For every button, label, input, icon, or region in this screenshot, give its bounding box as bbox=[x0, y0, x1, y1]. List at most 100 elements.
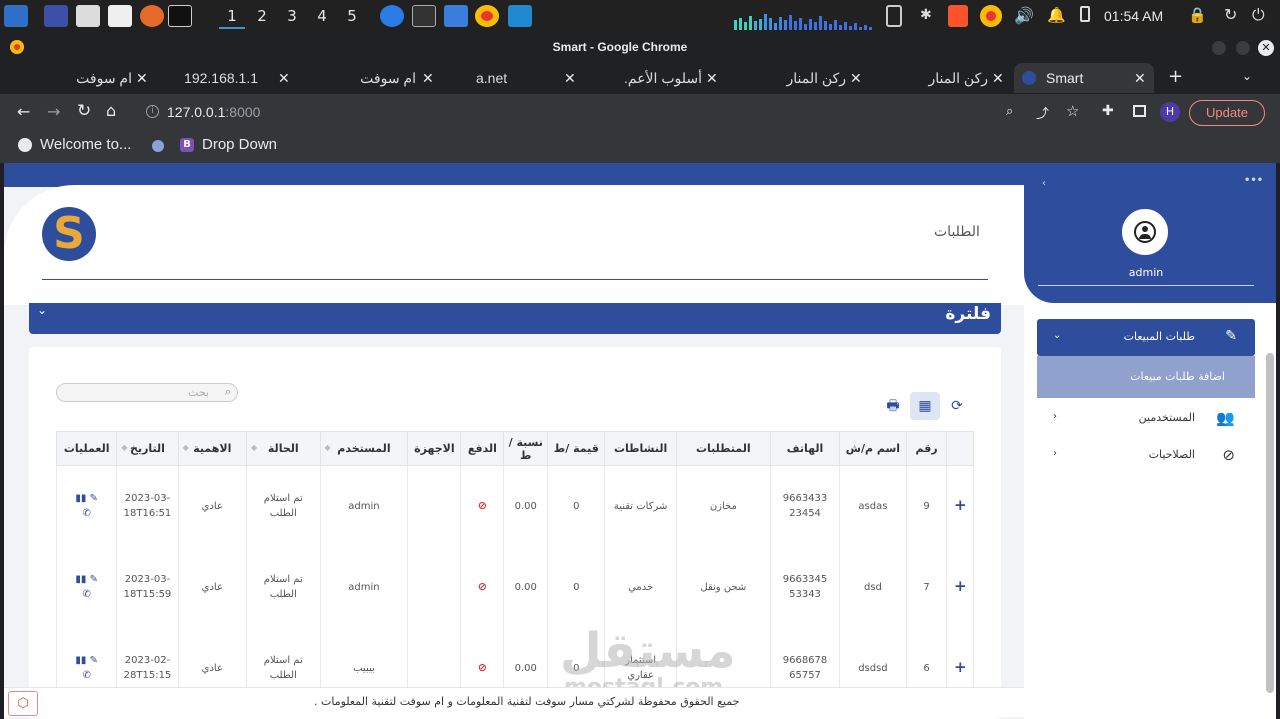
chevron-down-icon[interactable]: ⌄ bbox=[37, 303, 47, 317]
tab-3[interactable]: ام سوفت ✕ bbox=[300, 63, 440, 93]
bookmark-welcome[interactable]: Welcome to... bbox=[40, 136, 131, 153]
lock-icon[interactable]: 🔒 bbox=[1188, 6, 1207, 24]
column-header-sortable[interactable]: التاريخ ◆ bbox=[116, 431, 179, 466]
power-icon[interactable]: ⏻ bbox=[1252, 5, 1265, 25]
whatsapp-icon[interactable]: ✆ bbox=[82, 508, 90, 519]
app-icon[interactable] bbox=[380, 5, 404, 27]
column-header[interactable]: الهاتف bbox=[769, 431, 841, 466]
tab-6[interactable]: ركن المنار ✕ bbox=[736, 63, 870, 93]
zoom-search-icon[interactable]: ⌕ bbox=[1006, 104, 1013, 119]
refresh-icon[interactable]: ↻ bbox=[1224, 5, 1237, 24]
column-header[interactable]: نسبة /ط bbox=[503, 431, 549, 466]
tab-smart-active[interactable]: Smart ✕ bbox=[1014, 63, 1154, 93]
minimize-button[interactable] bbox=[1212, 41, 1226, 55]
sidebar-item-permissions[interactable]: ⊘ الصلاحيات › bbox=[1037, 438, 1255, 472]
close-tab-icon[interactable]: ✕ bbox=[136, 63, 148, 93]
search-input[interactable]: بحث ⌕ bbox=[56, 383, 238, 402]
profile-avatar[interactable]: H bbox=[1160, 102, 1180, 122]
site-info-icon[interactable]: i bbox=[146, 105, 159, 118]
close-tab-icon[interactable]: ✕ bbox=[1134, 63, 1146, 93]
column-header[interactable]: قيمة /ط bbox=[547, 431, 606, 466]
tab-2[interactable]: 192.168.1.1 ✕ bbox=[160, 63, 294, 93]
side-panel-icon[interactable] bbox=[1133, 105, 1146, 117]
close-tab-icon[interactable]: ✕ bbox=[564, 63, 576, 93]
page-scrollbar[interactable] bbox=[1266, 353, 1274, 693]
close-tab-icon[interactable]: ✕ bbox=[706, 63, 718, 93]
desktop-icon[interactable] bbox=[44, 5, 68, 27]
expand-row-icon[interactable]: + bbox=[954, 496, 967, 514]
whatsapp-icon[interactable]: ✆ bbox=[82, 670, 90, 681]
column-header[interactable]: اسم م/ش bbox=[839, 431, 907, 466]
stats-icon[interactable]: ▮▮ bbox=[75, 574, 86, 585]
brave-icon[interactable] bbox=[948, 5, 968, 27]
workspace-2[interactable]: 2 bbox=[249, 3, 275, 29]
column-header-sortable[interactable]: المستخدم ◆ bbox=[319, 431, 409, 466]
screen-icon[interactable] bbox=[886, 5, 902, 27]
column-header[interactable]: الاجهزة bbox=[407, 431, 462, 466]
bookmark-star-icon[interactable]: ☆ bbox=[1066, 102, 1079, 120]
files-icon[interactable] bbox=[76, 5, 100, 27]
new-tab-button[interactable]: + bbox=[1168, 66, 1183, 87]
bookmark-dropdown[interactable]: Drop Down bbox=[202, 136, 277, 153]
update-button[interactable]: Update bbox=[1189, 100, 1265, 126]
vscode-icon[interactable] bbox=[508, 5, 532, 27]
workspace-5[interactable]: 5 bbox=[339, 3, 365, 29]
url-text[interactable]: 127.0.0.1:8000 bbox=[167, 104, 260, 120]
sidebar-item-users[interactable]: 👥 المستخدمين › bbox=[1037, 401, 1255, 435]
tab-7[interactable]: ركن المنار ✕ bbox=[878, 63, 1012, 93]
edit-icon[interactable]: ✎ bbox=[90, 493, 98, 504]
column-header[interactable]: النشاطات bbox=[604, 431, 677, 466]
print-button[interactable]: 🖶 bbox=[878, 392, 908, 420]
workspace-1[interactable]: 1 bbox=[219, 3, 245, 29]
back-button[interactable]: ← bbox=[17, 102, 30, 121]
close-tab-icon[interactable]: ✕ bbox=[422, 63, 434, 93]
close-tab-icon[interactable]: ✕ bbox=[278, 63, 290, 93]
close-window-button[interactable]: ✕ bbox=[1258, 40, 1274, 56]
column-header-sortable[interactable]: الحالة ◆ bbox=[246, 431, 321, 466]
column-header[interactable]: رقم bbox=[905, 431, 948, 466]
terminal-icon[interactable] bbox=[412, 5, 436, 27]
stats-icon[interactable]: ▮▮ bbox=[75, 493, 86, 504]
omnibox[interactable] bbox=[136, 98, 1094, 128]
workspace-3[interactable]: 3 bbox=[279, 3, 305, 29]
os-menu-icon[interactable] bbox=[4, 5, 28, 27]
forward-button[interactable]: → bbox=[47, 102, 60, 121]
refresh-button[interactable]: ⟳ bbox=[942, 392, 972, 420]
firefox-icon[interactable] bbox=[140, 5, 164, 27]
filter-bar[interactable]: فلترة ⌄ bbox=[29, 303, 1001, 334]
editor-icon[interactable] bbox=[108, 5, 132, 27]
volume-icon[interactable]: 🔊 bbox=[1014, 6, 1034, 25]
home-button[interactable]: ⌂ bbox=[106, 101, 116, 120]
tab-search-icon[interactable]: ⌄ bbox=[1242, 69, 1252, 83]
whatsapp-icon[interactable]: ✆ bbox=[82, 589, 90, 600]
column-header[interactable]: الدفع bbox=[460, 431, 505, 466]
laravel-icon[interactable]: ⬡ bbox=[8, 691, 38, 716]
edit-icon[interactable]: ✎ bbox=[90, 574, 98, 585]
excel-export-button[interactable]: ▦ bbox=[910, 392, 940, 420]
terminal-icon[interactable] bbox=[168, 5, 192, 27]
column-header[interactable]: المتطلبات bbox=[675, 431, 771, 466]
tab-4[interactable]: a.net ✕ bbox=[450, 63, 584, 93]
expand-row-icon[interactable]: + bbox=[954, 577, 967, 595]
collapse-sidebar-icon[interactable]: ‹ bbox=[1042, 178, 1046, 189]
stats-icon[interactable]: ▮▮ bbox=[75, 655, 86, 666]
notification-bell-icon[interactable]: 🔔 bbox=[1047, 6, 1066, 24]
folder-icon[interactable] bbox=[444, 5, 468, 27]
sidebar-item-sales-requests[interactable]: ✎ طلبات المبيعات ⌄ bbox=[1037, 319, 1255, 356]
reload-button[interactable]: ↻ bbox=[77, 101, 91, 121]
expand-row-icon[interactable]: + bbox=[954, 658, 967, 676]
workspace-4[interactable]: 4 bbox=[309, 3, 335, 29]
column-header-sortable[interactable]: الاهمية ◆ bbox=[177, 431, 248, 466]
tab-5[interactable]: أسلوب الأعم. ✕ bbox=[592, 63, 726, 93]
share-icon[interactable]: ⤴ bbox=[1036, 103, 1049, 122]
sidebar-subitem-add-sales-request[interactable]: اضافة طلبات مبيعات bbox=[1037, 356, 1255, 398]
close-tab-icon[interactable]: ✕ bbox=[850, 63, 862, 93]
extensions-icon[interactable]: ✚ bbox=[1102, 103, 1114, 119]
chrome-tray-icon[interactable] bbox=[980, 5, 1002, 27]
smart-logo[interactable]: S bbox=[42, 207, 96, 261]
close-tab-icon[interactable]: ✕ bbox=[992, 63, 1004, 93]
more-options-icon[interactable]: ••• bbox=[1244, 175, 1263, 186]
tab-1[interactable]: ام سوفت ✕ bbox=[20, 63, 152, 93]
maximize-button[interactable] bbox=[1236, 41, 1250, 55]
bluetooth-icon[interactable]: ✱ bbox=[920, 7, 932, 23]
